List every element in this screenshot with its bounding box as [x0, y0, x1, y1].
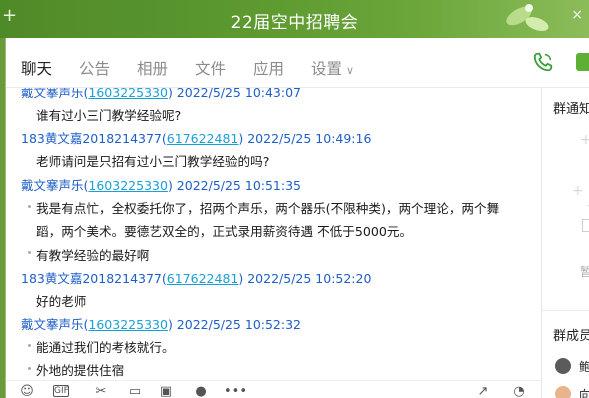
more-icon[interactable]: ••• — [224, 385, 247, 398]
message-time: 2022/5/25 10:51:35 — [176, 178, 302, 193]
message-bullet — [28, 367, 31, 370]
member-item[interactable]: 鲍 — [555, 358, 589, 374]
message-text: 有教学经验的最好啊 — [36, 248, 150, 263]
cut-icon[interactable]: ✂ — [93, 385, 109, 398]
chevron-down-icon: ∨ — [346, 64, 355, 77]
folder-icon[interactable]: ▭ — [127, 385, 143, 398]
location-icon[interactable]: ● — [193, 385, 209, 398]
message-bullet — [28, 251, 31, 254]
tab-files[interactable]: 文件 — [195, 57, 226, 79]
title-bar: + 22届空中招聘会 × — [0, 0, 589, 38]
image-icon[interactable]: ▣ — [158, 385, 174, 398]
emoji-icon[interactable]: ☺ — [19, 385, 35, 398]
group-members-title[interactable]: 群成员 — [553, 325, 589, 344]
add-icon: + — [572, 183, 584, 199]
message-time: 2022/5/25 10:52:32 — [176, 317, 302, 332]
message-text: 谁有过小三门教学经验呢? — [36, 108, 182, 123]
message-text: 蹈，两个美术。要德艺双全的，正式录用薪资待遇 不低于5000元。 — [36, 224, 413, 239]
expand-icon[interactable]: ↗ — [475, 385, 491, 398]
sender-name[interactable]: 戴文搴声乐 — [21, 88, 84, 100]
input-toolbar: ☺ GIF ✂ ▭ ▣ ● ••• ↗ ◔ — [6, 380, 541, 398]
message-text: 能通过我们的考核就行。 — [36, 340, 175, 355]
chat-messages[interactable]: 戴文搴声乐(1603225330) 2022/5/25 10:43:07 谁有过… — [6, 88, 541, 380]
avatar — [555, 358, 571, 374]
tab-album[interactable]: 相册 — [137, 57, 168, 79]
message-header: 戴文搴声乐(1603225330) 2022/5/25 10:52:32 — [21, 317, 302, 332]
sender-qq[interactable]: 617622481 — [167, 131, 239, 146]
close-icon[interactable]: × — [571, 7, 583, 23]
message-bullet — [28, 344, 31, 347]
sender-name[interactable]: 183黄文嘉2018214377 — [21, 131, 162, 146]
avatar — [555, 386, 571, 398]
gif-icon[interactable]: GIF — [53, 385, 69, 397]
group-window: 聊天 公告 相册 文件 应用 设置 ∨ 戴文搴声乐(1603225330) 202… — [5, 38, 589, 398]
sender-name[interactable]: 183黄文嘉2018214377 — [21, 271, 162, 286]
message-text: 好的老师 — [36, 294, 87, 309]
video-call-icon[interactable] — [576, 53, 589, 71]
sender-name[interactable]: 戴文搴声乐 — [21, 178, 84, 193]
tab-settings[interactable]: 设置 ∨ — [311, 57, 354, 79]
message-time: 2022/5/25 10:49:16 — [247, 131, 372, 146]
message-header: 戴文搴声乐(1603225330) 2022/5/25 10:43:07 — [21, 88, 301, 101]
sender-qq[interactable]: 1603225330 — [88, 88, 168, 100]
tab-notice[interactable]: 公告 — [79, 57, 110, 79]
history-icon[interactable]: ◔ — [511, 385, 527, 398]
sender-qq[interactable]: 1603225330 — [88, 317, 168, 332]
message-header: 183黄文嘉2018214377(617622481) 2022/5/25 10… — [21, 271, 372, 286]
sender-qq[interactable]: 1603225330 — [88, 178, 168, 193]
member-name: 鲍 — [579, 360, 589, 374]
tab-apps[interactable]: 应用 — [253, 57, 284, 79]
message-time: 2022/5/25 10:52:20 — [247, 271, 372, 286]
message-header: 戴文搴声乐(1603225330) 2022/5/25 10:51:35 — [21, 178, 302, 193]
member-name: 向 — [579, 388, 589, 398]
tab-bar: 聊天 公告 相册 文件 应用 设置 ∨ — [6, 38, 589, 88]
sender-name[interactable]: 戴文搴声乐 — [21, 317, 84, 332]
message-time: 2022/5/25 10:43:07 — [176, 88, 302, 100]
member-item[interactable]: 向 — [555, 386, 589, 398]
side-panel: 群通知 + + + 暂 群成员 鲍 向 — [542, 88, 589, 398]
group-notice-title[interactable]: 群通知 — [553, 98, 589, 117]
phone-icon[interactable] — [532, 51, 554, 73]
add-icon: + — [580, 132, 589, 148]
message-text: 外地的提供住宿 — [36, 363, 125, 378]
message-bullet — [28, 205, 31, 208]
message-text: 我是有点忙，全权委托你了，招两个声乐，两个器乐(不限种类)，两个理论，两个舞 — [36, 201, 500, 216]
notice-placeholder-icon — [582, 219, 589, 232]
tab-chat[interactable]: 聊天 — [21, 57, 52, 79]
message-header: 183黄文嘉2018214377(617622481) 2022/5/25 10… — [21, 131, 372, 146]
sender-qq[interactable]: 617622481 — [167, 271, 239, 286]
notice-empty-text: 暂 — [580, 265, 589, 279]
side-divider — [542, 310, 589, 311]
message-text: 老师请问是只招有过小三门教学经验的吗? — [36, 154, 270, 169]
